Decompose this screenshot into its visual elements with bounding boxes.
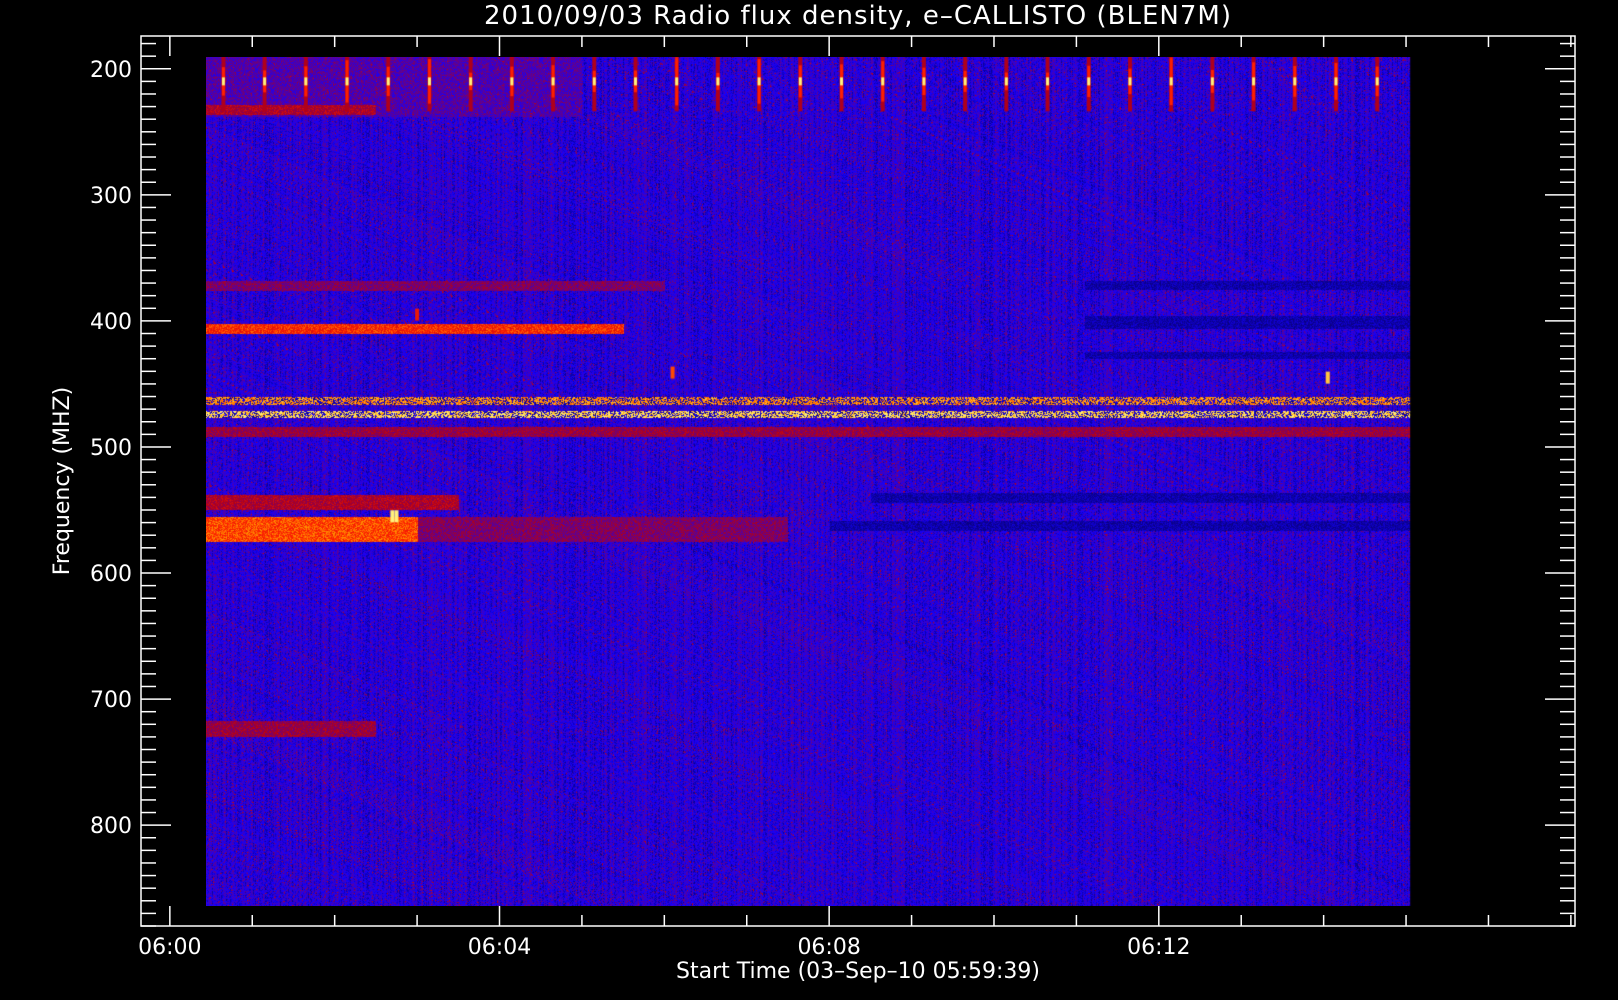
y-tick-label: 500	[90, 436, 132, 461]
x-tick-label: 06:00	[138, 935, 201, 960]
y-axis-label: Frequency (MHZ)	[50, 387, 75, 575]
x-tick-label: 06:12	[1127, 935, 1190, 960]
chart-title: 2010/09/03 Radio flux density, e–CALLIST…	[484, 1, 1232, 31]
y-tick-label: 300	[90, 184, 132, 209]
y-tick-label: 700	[90, 688, 132, 713]
x-axis-label: Start Time (03–Sep–10 05:59:39)	[676, 959, 1040, 984]
spectrogram-image	[206, 57, 1512, 906]
spectrogram-image-wrap	[206, 57, 1512, 906]
y-tick-label: 200	[90, 58, 132, 83]
x-tick-label: 06:04	[468, 935, 531, 960]
spectrogram-chart: 2010/09/03 Radio flux density, e–CALLIST…	[0, 0, 1618, 1000]
y-tick-label: 400	[90, 310, 132, 335]
y-tick-label: 800	[90, 814, 132, 839]
x-tick-label: 06:08	[797, 935, 860, 960]
y-tick-label: 600	[90, 562, 132, 587]
